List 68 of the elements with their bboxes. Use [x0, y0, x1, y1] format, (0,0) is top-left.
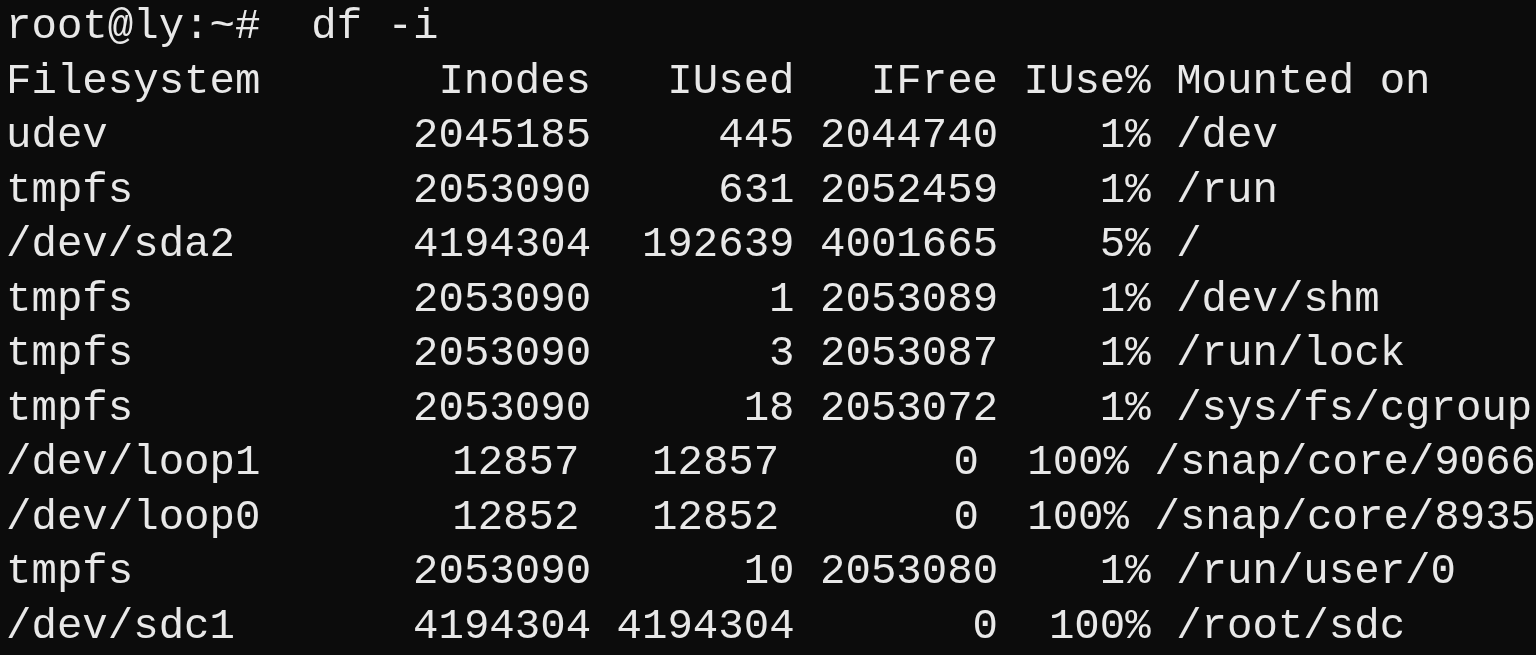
table-cell-text: 4194304 — [616, 601, 795, 653]
table-cell-text: 12857 — [651, 438, 780, 489]
table-cell-text: /dev/sda2 — [6, 220, 236, 271]
table-cell-text: 192639 — [640, 220, 795, 271]
table-cell-text: 4001665 — [820, 220, 999, 271]
table-cell-text: 4194304 — [413, 220, 592, 271]
table-cell-text: 1% — [1098, 383, 1151, 435]
table-cell-text: 0 — [952, 438, 979, 489]
table-cell-text: /sys/fs/cgroup — [1176, 383, 1533, 435]
table-cell-text: 4194304 — [413, 601, 592, 653]
table-cell-text: 12852 — [451, 492, 580, 544]
table-cell-text: 0 — [971, 601, 999, 653]
table-cell-text: /run/user/0 — [1176, 547, 1456, 598]
table-cell-text: 1% — [1098, 274, 1151, 326]
table-cell-text: 1% — [1098, 165, 1151, 217]
table-cell-text: 2053090 — [413, 274, 592, 326]
table-cell-text: udev — [6, 111, 109, 162]
table-cell-text: tmpfs — [6, 329, 135, 380]
shell-prompt: root@ly:~# — [6, 2, 261, 53]
column-header: Inodes — [437, 56, 592, 108]
table-cell-text: /dev/loop1 — [6, 438, 262, 489]
table-cell-text: /run/lock — [1176, 329, 1406, 380]
table-cell-text: 10 — [742, 547, 795, 598]
table-cell-text: /snap/core/9066 — [1154, 438, 1536, 489]
table-cell-text: tmpfs — [6, 165, 135, 217]
table-cell-text: 2053089 — [820, 274, 999, 326]
table-cell-text: 2045185 — [413, 111, 592, 162]
table-cell-text: 1% — [1098, 547, 1151, 598]
table-cell-text: /root/sdc — [1176, 601, 1406, 653]
column-header: IUse% — [1023, 56, 1151, 108]
table-cell-text: 1 — [768, 274, 795, 326]
table-cell-text: /dev — [1176, 111, 1278, 162]
table-cell-text: /dev/shm — [1176, 274, 1380, 326]
table-cell-text: 0 — [952, 492, 979, 544]
table-cell-text: 631 — [717, 165, 795, 217]
table-cell-text: 100% — [1047, 601, 1151, 653]
column-header: IFree — [869, 56, 999, 108]
table-cell-text: /dev/sdc1 — [6, 601, 236, 653]
table-cell-text: 2053090 — [413, 383, 592, 435]
table-cell-text: 2052459 — [820, 165, 999, 217]
table-cell-text: 2053087 — [820, 329, 999, 380]
table-cell-text: 12857 — [451, 438, 580, 489]
table-cell-text: /run — [1176, 165, 1278, 217]
table-cell-text: /snap/core/8935 — [1154, 492, 1536, 544]
table-cell-text: / — [1176, 220, 1202, 271]
column-header: Mounted on — [1176, 56, 1431, 108]
table-cell-text: 2053080 — [820, 547, 999, 598]
table-cell-text: tmpfs — [6, 383, 135, 435]
table-cell-text: 100% — [1026, 438, 1129, 489]
command-text: df -i — [311, 2, 439, 53]
column-header: IUsed — [666, 56, 795, 108]
table-cell-text: 1% — [1098, 329, 1151, 380]
table-cell-text: 2053090 — [413, 329, 592, 380]
table-cell-text: 18 — [742, 383, 795, 435]
column-header: Filesystem — [6, 56, 262, 108]
table-cell-text: 2053072 — [820, 383, 999, 435]
table-cell-text: 100% — [1026, 492, 1129, 544]
table-cell-text: 2053090 — [413, 165, 592, 217]
table-cell-text: /dev/loop0 — [6, 492, 262, 544]
table-cell-text: 5% — [1098, 220, 1151, 271]
table-cell-text: 445 — [717, 111, 795, 162]
table-cell-text: 1% — [1098, 111, 1151, 162]
table-cell-text: 2044740 — [820, 111, 999, 162]
table-cell-text: 3 — [768, 329, 795, 380]
table-cell-text: 12852 — [651, 492, 780, 544]
table-cell-text: 2053090 — [413, 547, 592, 598]
table-cell-text: tmpfs — [6, 274, 135, 326]
table-cell-text: tmpfs — [6, 547, 135, 598]
